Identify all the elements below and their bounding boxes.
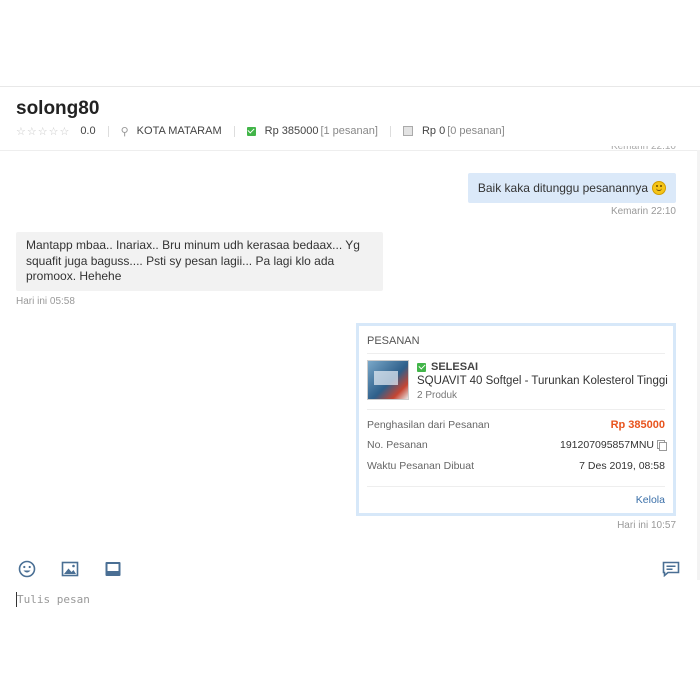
divider bbox=[367, 409, 665, 410]
template-message-icon[interactable] bbox=[662, 561, 680, 577]
meta-divider bbox=[233, 125, 235, 137]
manage-order-link[interactable]: Kelola bbox=[636, 494, 665, 506]
order-income-row: Penghasilan dari Pesanan Rp 385000 bbox=[367, 419, 665, 431]
order-card-header: PESANAN bbox=[367, 335, 420, 347]
image-icon[interactable] bbox=[61, 560, 79, 578]
income-amount: Rp 385000 bbox=[264, 125, 319, 137]
order-status-label: SELESAI bbox=[431, 361, 479, 373]
product-thumbnail[interactable] bbox=[367, 360, 409, 400]
order-time-label: Waktu Pesanan Dibuat bbox=[367, 460, 475, 472]
product-quantity: 2 Produk bbox=[417, 390, 458, 401]
product-title[interactable]: SQUAVIT 40 Softgel - Turunkan Kolesterol… bbox=[417, 375, 669, 387]
meta-divider bbox=[107, 125, 109, 137]
inbox-icon[interactable] bbox=[104, 560, 122, 578]
pending-orders: [0 pesanan] bbox=[447, 125, 505, 137]
divider bbox=[367, 486, 665, 487]
order-card-time: Hari ini 10:57 bbox=[617, 520, 676, 531]
pending-box-icon bbox=[402, 126, 413, 136]
header-divider bbox=[0, 150, 700, 151]
copy-icon[interactable] bbox=[657, 440, 667, 451]
order-time-row: Waktu Pesanan Dibuat 7 Des 2019, 08:58 bbox=[367, 460, 665, 472]
check-icon bbox=[417, 362, 426, 372]
pending-amount: Rp 0 bbox=[421, 125, 446, 137]
order-number-row: No. Pesanan 191207095857MNU bbox=[367, 439, 667, 451]
buyer-meta: ☆☆☆☆☆ 0.0 ⚲ KOTA MATARAM Rp 385000 [1 pe… bbox=[16, 124, 505, 138]
buyer-username[interactable]: solong80 bbox=[16, 98, 99, 120]
smiley-emoji-icon bbox=[652, 181, 666, 195]
incoming-message-time: Hari ini 05:58 bbox=[16, 296, 75, 307]
check-icon bbox=[246, 126, 256, 136]
outgoing-message-time: Kemarin 22:10 bbox=[610, 206, 676, 217]
order-number-value: 191207095857MNU bbox=[560, 439, 667, 451]
chat-header: solong80 ☆☆☆☆☆ 0.0 ⚲ KOTA MATARAM Rp 385… bbox=[0, 88, 700, 150]
top-divider bbox=[0, 86, 700, 87]
incoming-message-text: Mantapp mbaa.. Inariax.. Bru minum udh k… bbox=[26, 238, 360, 283]
order-income-value: Rp 385000 bbox=[610, 419, 665, 431]
order-number-text: 191207095857MNU bbox=[560, 439, 654, 451]
message-input[interactable]: Tulis pesan bbox=[16, 592, 90, 607]
incoming-message: Mantapp mbaa.. Inariax.. Bru minum udh k… bbox=[16, 232, 383, 291]
outgoing-message-text: Baik kaka ditunggu pesanannya bbox=[477, 181, 648, 195]
income-orders: [1 pesanan] bbox=[320, 125, 378, 137]
order-income-label: Penghasilan dari Pesanan bbox=[367, 419, 490, 431]
order-status: SELESAI bbox=[417, 361, 478, 373]
message-timestamp: Kemarin 22:10 bbox=[610, 146, 676, 152]
composer-toolbar bbox=[18, 560, 147, 578]
outgoing-message: Baik kaka ditunggu pesanannya bbox=[467, 173, 676, 203]
order-card[interactable]: PESANAN SELESAI SQUAVIT 40 Softgel - Tur… bbox=[356, 323, 676, 516]
rating-value: 0.0 bbox=[80, 125, 96, 137]
order-number-label: No. Pesanan bbox=[367, 439, 428, 451]
emoji-icon[interactable] bbox=[18, 560, 36, 578]
order-time-value: 7 Des 2019, 08:58 bbox=[579, 460, 665, 472]
rating-stars-icon: ☆☆☆☆☆ bbox=[16, 125, 71, 138]
buyer-location: KOTA MATARAM bbox=[136, 125, 222, 137]
location-pin-icon: ⚲ bbox=[120, 125, 129, 138]
meta-divider bbox=[389, 125, 391, 137]
divider bbox=[367, 353, 665, 354]
